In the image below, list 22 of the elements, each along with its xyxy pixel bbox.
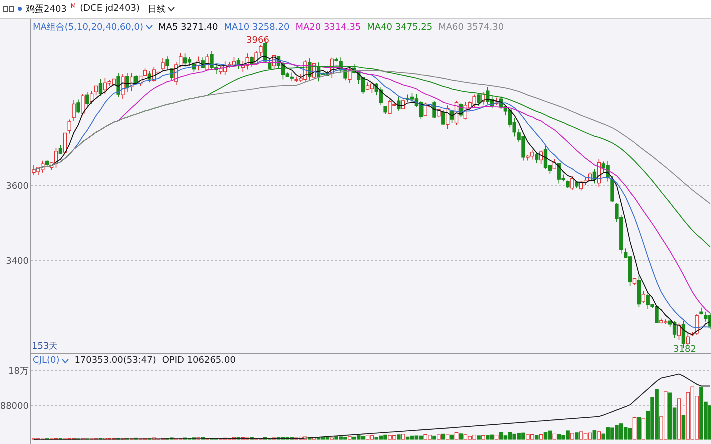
legend-value: MA10 3258.20 bbox=[224, 22, 290, 32]
legend-value: MA40 3475.25 bbox=[367, 22, 433, 32]
dot-icon bbox=[18, 7, 22, 11]
volume-value: 170353.00(53:47) bbox=[74, 356, 156, 366]
legend-value: MA20 3314.35 bbox=[296, 22, 362, 32]
legend-value: MA5 3271.40 bbox=[158, 22, 218, 32]
price-axis-label: 3600 bbox=[6, 182, 29, 192]
open-interest-value: OPID 106265.00 bbox=[162, 356, 236, 366]
symbol-name: 鸡蛋2403 bbox=[26, 4, 67, 16]
indicator-selector[interactable]: MA组合(5,10,20,40,60,0) bbox=[33, 21, 144, 34]
indicator-selector[interactable]: CJL(0) bbox=[33, 356, 60, 366]
legend-value: MA60 3574.30 bbox=[438, 22, 504, 32]
caret-icon[interactable] bbox=[168, 6, 175, 12]
price-axis-label: 3400 bbox=[6, 257, 29, 267]
period-selector[interactable]: 日线 bbox=[148, 2, 166, 16]
volume-axis-label: 18万 bbox=[8, 367, 29, 377]
window-tiles-icon[interactable] bbox=[3, 6, 14, 12]
high-price-label: 3966 bbox=[246, 36, 270, 46]
volume-axis-label: 88000 bbox=[0, 402, 29, 412]
contract-code: (DCE jd2403) bbox=[80, 4, 140, 14]
day-count: 153天 bbox=[32, 341, 58, 353]
low-price-label: 3182 bbox=[674, 345, 696, 355]
